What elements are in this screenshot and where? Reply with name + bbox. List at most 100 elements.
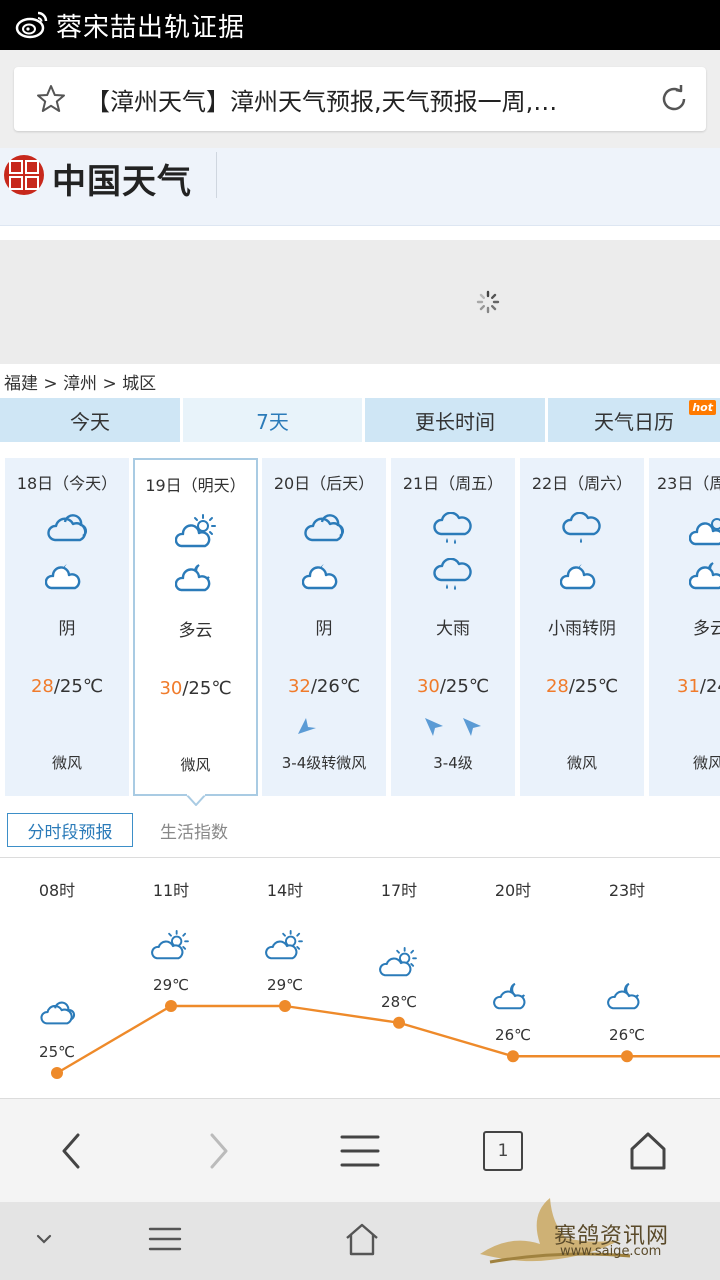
day-condition: 阴 [315, 619, 333, 639]
temperature-point [507, 1050, 519, 1063]
wind-direction-icon [425, 718, 443, 736]
hour-temperature-label: 29℃ [267, 976, 303, 994]
day-low-temp: /24 [699, 676, 720, 697]
tab-longer[interactable]: 更长时间 [365, 398, 545, 442]
wind-direction-icon [298, 718, 316, 734]
day-high-temp: 30 [159, 678, 183, 699]
tab-hourly-forecast[interactable]: 分时段预报 [7, 813, 133, 847]
day-wind: 微风 [51, 754, 82, 772]
temperature-point [279, 1000, 291, 1012]
temperature-point [165, 1000, 177, 1012]
browser-toolbar: 1 [0, 1098, 720, 1202]
day-wind: 3-4级转微风 [281, 754, 367, 772]
day-date: 22日（周六） [531, 474, 633, 493]
day-condition: 小雨转阴 [548, 619, 616, 639]
day-low-temp: /25℃ [53, 676, 104, 697]
cloudy-icon [47, 514, 88, 542]
light-rain-icon [562, 512, 601, 543]
day-card[interactable]: 20日（后天） 阴 32/26℃ 3-4级转微风 [262, 458, 386, 796]
day-condition: 多云 [178, 621, 213, 641]
hot-badge: hot [689, 400, 716, 415]
hour-temperature-label: 25℃ [39, 1043, 75, 1061]
cloudy-icon [40, 1001, 76, 1025]
cloudy-night-icon [45, 564, 81, 590]
url-text[interactable]: 【漳州天气】漳州天气预报,天气预报一周,… [86, 82, 656, 117]
tab-weather-calendar[interactable]: 天气日历 hot [548, 398, 720, 442]
day-temperature: 30/25℃ [391, 676, 515, 697]
cloudy-icon [304, 514, 345, 542]
partly-cloudy-moon-icon [689, 562, 720, 590]
back-icon[interactable] [50, 1129, 94, 1173]
day-high-temp: 31 [677, 676, 700, 697]
hour-label: 11时 [152, 881, 190, 900]
loading-spinner-icon [476, 290, 500, 314]
china-weather-seal-logo[interactable] [2, 152, 46, 198]
hour-label: 14时 [266, 881, 304, 900]
day-card[interactable]: 18日（今天） 阴 28/25℃ 微风 [5, 458, 129, 796]
partly-cloudy-sun-icon [151, 930, 189, 960]
ad-placeholder [0, 240, 720, 364]
day-condition: 阴 [58, 619, 76, 639]
recent-apps-icon[interactable] [148, 1226, 182, 1252]
partly-cloudy-sun-icon [379, 946, 417, 977]
hour-temperature-label: 28℃ [381, 992, 417, 1011]
partly-cloudy-moon-icon [175, 564, 211, 592]
day-temperature: 28/25℃ [5, 676, 129, 697]
day-date: 18日（今天） [16, 474, 118, 493]
day-high-temp: 28 [545, 676, 569, 697]
daily-forecast: 18日（今天） 阴 28/25℃ 微风 19日（明天） 多云 30/25℃ 微风… [0, 458, 720, 798]
day-temperature: 30/25℃ [135, 678, 256, 699]
hour-label: 08时 [38, 881, 76, 900]
hourly-forecast: 08时 25℃ 11时 29℃ 14时 29℃ 17时 28℃ 20时 26℃ 23时 26℃ [0, 858, 720, 1098]
home-button-icon[interactable] [344, 1222, 380, 1256]
notification-bar[interactable]: 蓉宋喆出轨证据 [0, 0, 720, 50]
tab-count-button[interactable]: 1 [483, 1131, 523, 1171]
day-card[interactable]: 21日（周五） 大雨 30/25℃ 3-4级 [391, 458, 515, 796]
notification-title: 蓉宋喆出轨证据 [56, 12, 246, 43]
heavy-rain-icon [433, 512, 472, 544]
day-wind: 微风 [693, 754, 720, 772]
day-wind: 微风 [180, 756, 211, 774]
day-high-temp: 30 [416, 676, 440, 697]
temperature-point [393, 1016, 405, 1029]
tab-7days[interactable]: 7天 [183, 398, 362, 442]
day-card[interactable]: 22日（周六） 小雨转阴 28/25℃ 微风 [520, 458, 644, 796]
day-temperature: 28/25℃ [520, 676, 644, 697]
selected-day-pointer [186, 794, 206, 806]
temperature-point [621, 1050, 633, 1063]
menu-icon[interactable] [338, 1129, 382, 1173]
forward-icon[interactable] [196, 1129, 240, 1173]
partly-cloudy-sun-icon [689, 518, 720, 546]
day-temperature: 32/26℃ [262, 676, 386, 697]
hour-temperature-label: 26℃ [495, 1026, 531, 1045]
cloudy-night-icon [607, 983, 640, 1010]
breadcrumb[interactable]: 福建 > 漳州 > 城区 [4, 369, 156, 394]
header-divider [216, 152, 217, 198]
day-card-selected[interactable]: 19日（明天） 多云 30/25℃ 微风 [133, 458, 258, 796]
tab-life-index[interactable]: 生活指数 [160, 818, 228, 843]
watermark-url: www.saige.com [560, 1244, 662, 1259]
day-high-temp: 32 [287, 676, 311, 697]
tab-weather-calendar-label: 天气日历 [594, 409, 674, 434]
partly-cloudy-sun-icon [265, 930, 303, 960]
forecast-tabs: 今天 7天 更长时间 天气日历 hot [0, 398, 720, 442]
hour-label: 23时 [608, 881, 646, 900]
address-bar[interactable]: 【漳州天气】漳州天气预报,天气预报一周,… [14, 67, 706, 131]
day-low-temp: /25℃ [568, 676, 619, 697]
day-card[interactable]: 23日（周 多云 31/24 微风 [649, 458, 720, 796]
chevron-down-icon[interactable] [34, 1232, 54, 1246]
day-date: 21日（周五） [402, 474, 504, 493]
hour-label: 17时 [380, 881, 418, 900]
site-logo-text[interactable]: 中国天气 [52, 154, 192, 203]
day-low-temp: /26℃ [310, 676, 361, 697]
day-wind: 微风 [566, 754, 597, 772]
cloudy-night-icon [560, 564, 596, 590]
hour-temperature-label: 26℃ [609, 1026, 645, 1045]
day-low-temp: /25℃ [439, 676, 490, 697]
bookmark-star-icon[interactable] [36, 84, 66, 114]
reload-icon[interactable] [656, 81, 692, 117]
tab-today[interactable]: 今天 [0, 398, 180, 442]
wind-direction-icon [463, 718, 481, 736]
partly-cloudy-sun-icon [175, 514, 216, 548]
home-icon[interactable] [626, 1129, 670, 1173]
